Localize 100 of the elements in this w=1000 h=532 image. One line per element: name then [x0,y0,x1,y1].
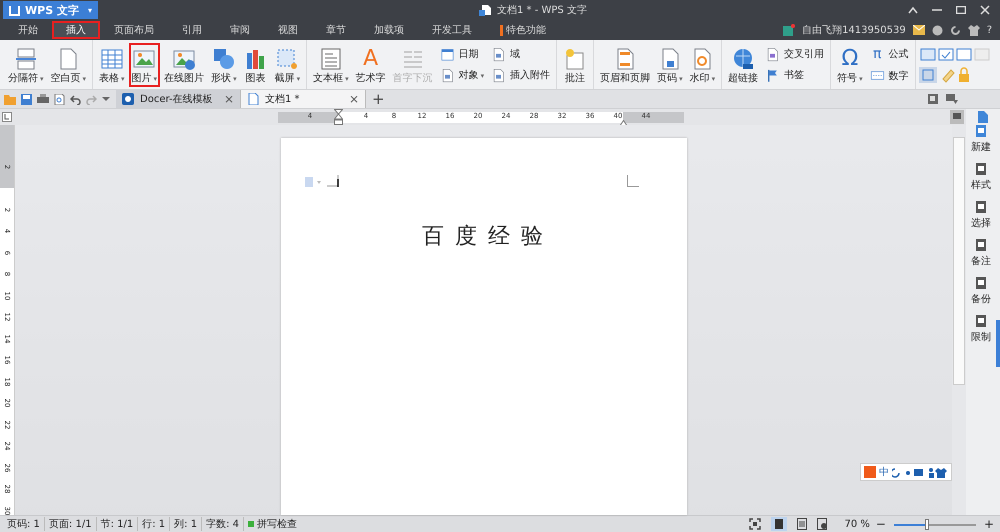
spell-check-button[interactable]: 拼写检查 [244,517,301,531]
menu-tab[interactable]: 开发工具 [418,21,486,39]
sidebar-icon [975,239,987,251]
refresh-icon[interactable] [950,24,961,36]
caret-icon: ▾ [88,6,92,14]
app-menu-button[interactable]: WPS 文字 ▾ [3,1,98,19]
maximize-icon[interactable] [956,6,966,14]
shirt-icon[interactable] [968,24,980,36]
tab-label: Docer-在线模板 [140,92,214,106]
ribbon-button[interactable]: 页眉和页脚 [597,42,654,86]
menu-tab[interactable]: 引用 [168,21,216,39]
ribbon-button[interactable]: 交叉引用 [765,46,824,62]
circle-icon[interactable] [932,24,943,36]
undo-icon[interactable] [70,94,81,104]
sidebar-icon [975,125,987,137]
mail-icon[interactable] [912,25,925,35]
ribbon-button[interactable]: 日期 [440,46,484,62]
new-document-icon[interactable] [978,111,988,123]
ribbon-button[interactable]: 图表 [240,42,271,86]
sidebar-button[interactable]: 新建 [971,125,991,154]
sidebar-icon [975,277,987,289]
ribbon-button[interactable]: A 艺术字 [352,42,389,86]
status-field: 页面: 1/1 [44,517,97,531]
user-name[interactable]: 自由飞翔1413950539 [802,23,906,37]
window-mode-icon[interactable] [928,94,938,104]
sidebar-icon [975,315,987,327]
fullscreen-icon[interactable] [749,518,762,530]
zoom-out-button[interactable]: − [870,517,892,531]
input-mode[interactable]: 中 [879,465,889,479]
document-icon [247,93,259,105]
symbol-icon: A [363,46,378,70]
globe-icon [731,46,756,70]
caret-icon[interactable] [102,96,110,102]
status-field: 节: 1/1 [96,517,138,531]
sidebar-icon [975,201,987,213]
sidebar-button[interactable]: 备注 [971,239,991,268]
tab-label: 文档1 * [265,92,301,106]
symbol-icon: Ω [842,46,858,70]
zoom-value[interactable]: 70 % [844,518,870,530]
close-tab-button[interactable]: × [348,92,359,106]
ribbon-button[interactable]: 书签 [765,68,824,82]
text-box-icon [318,46,343,70]
outline-view-icon[interactable] [797,518,808,530]
document-heading: 百 度 经 验 [421,223,546,251]
ribbon-button[interactable]: 超链接 [725,42,762,86]
sidebar-button[interactable]: 限制 [971,315,991,344]
ribbon-button[interactable]: 数字 [870,68,909,83]
ime-tools-drawing[interactable] [892,466,948,478]
save-icon[interactable] [21,94,32,104]
attachment-icon [491,68,506,82]
menu-tab[interactable]: 页面布局 [100,21,168,39]
pin-icon[interactable] [946,94,958,104]
menu-tab[interactable]: 特色功能 [486,21,560,39]
document-icon [765,46,780,62]
status-field: 行: 1 [138,517,170,531]
help-button[interactable]: ? [986,24,992,36]
document-page[interactable]: 百 度 经 验 [280,138,686,515]
shapes-icon [212,46,236,70]
menu-tab[interactable]: 章节 [312,21,360,39]
close-icon[interactable] [980,5,990,15]
sidebar-button[interactable]: 样式 [971,163,991,192]
document-tab[interactable]: Docer-在线模板 × [116,90,241,108]
crop-icon [275,46,300,70]
status-field: 字数: 4 [202,517,244,531]
print-preview-icon[interactable] [54,94,65,104]
indent-marker-icon[interactable] [334,108,343,124]
sidebar-icon [975,163,987,175]
user-badge-icon [783,24,796,36]
document-tab[interactable]: 文档1 * × [241,90,366,108]
ribbon-button[interactable]: 插入附件 [491,68,550,82]
web-view-icon[interactable] [817,518,828,530]
logo-icon [9,4,20,16]
margin-corner-icon [326,175,338,187]
zoom-in-button[interactable]: + [978,517,1000,531]
menu-tab[interactable]: 视图 [264,21,312,39]
ribbon-button[interactable]: π 公式 [870,46,909,62]
collapse-ribbon-icon[interactable] [908,6,918,14]
menu-tab[interactable]: 审阅 [216,21,264,39]
sidebar-button[interactable]: 备份 [971,277,991,306]
calendar-icon [440,46,455,62]
view-toggle-icon[interactable] [950,110,964,124]
document-icon [491,46,506,62]
input-method-bar[interactable]: 中 [860,463,952,481]
page-break-icon [14,46,38,70]
new-tab-button[interactable]: + [366,90,391,108]
zoom-slider[interactable] [892,518,978,530]
close-tab-button[interactable]: × [224,92,234,106]
menu-tab[interactable]: 插入 [52,21,100,39]
ribbon-button[interactable]: 在线图片 [161,42,208,86]
tab-stop-icon[interactable] [2,112,12,122]
status-field: 列: 1 [170,517,202,531]
page-view-icon[interactable] [771,517,788,531]
status-field: 页码: 1 [3,517,45,531]
menu-tab[interactable]: 开始 [4,21,52,39]
menu-tab[interactable]: 加载项 [360,21,418,39]
printer-icon[interactable] [37,94,49,104]
ribbon-button[interactable]: 域 [491,46,550,62]
window-title: 文档1 * - WPS 文字 [497,4,587,17]
sidebar-button[interactable]: 选择 [971,201,991,230]
ribbon-button[interactable]: 批注 [560,42,590,86]
